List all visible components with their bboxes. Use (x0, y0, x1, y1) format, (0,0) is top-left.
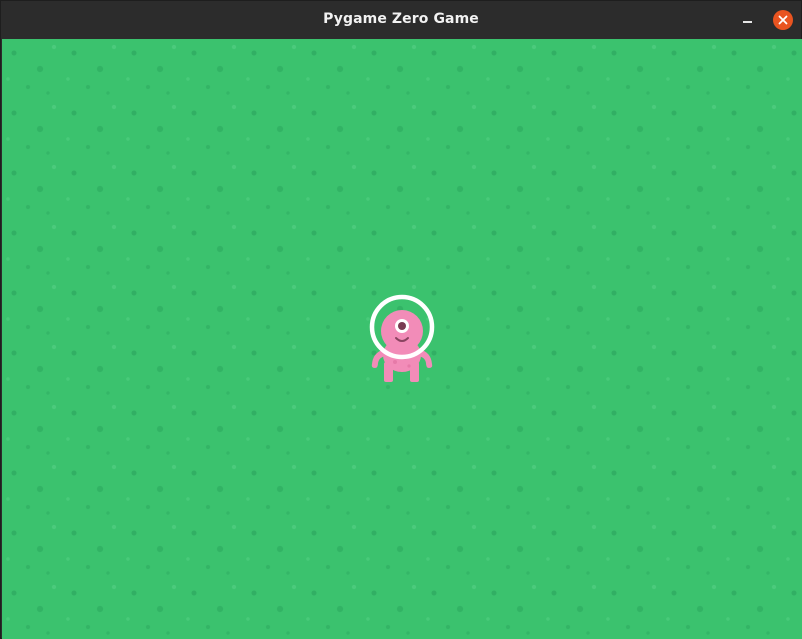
close-button[interactable] (773, 10, 793, 30)
minimize-icon (743, 21, 752, 23)
player-alien-sprite[interactable] (369, 292, 435, 386)
game-canvas[interactable] (2, 39, 802, 639)
close-icon (778, 15, 788, 25)
window-title: Pygame Zero Game (323, 11, 479, 27)
title-bar[interactable]: Pygame Zero Game (1, 1, 801, 38)
minimize-button[interactable] (737, 10, 759, 30)
game-window: Pygame Zero Game (0, 0, 802, 639)
